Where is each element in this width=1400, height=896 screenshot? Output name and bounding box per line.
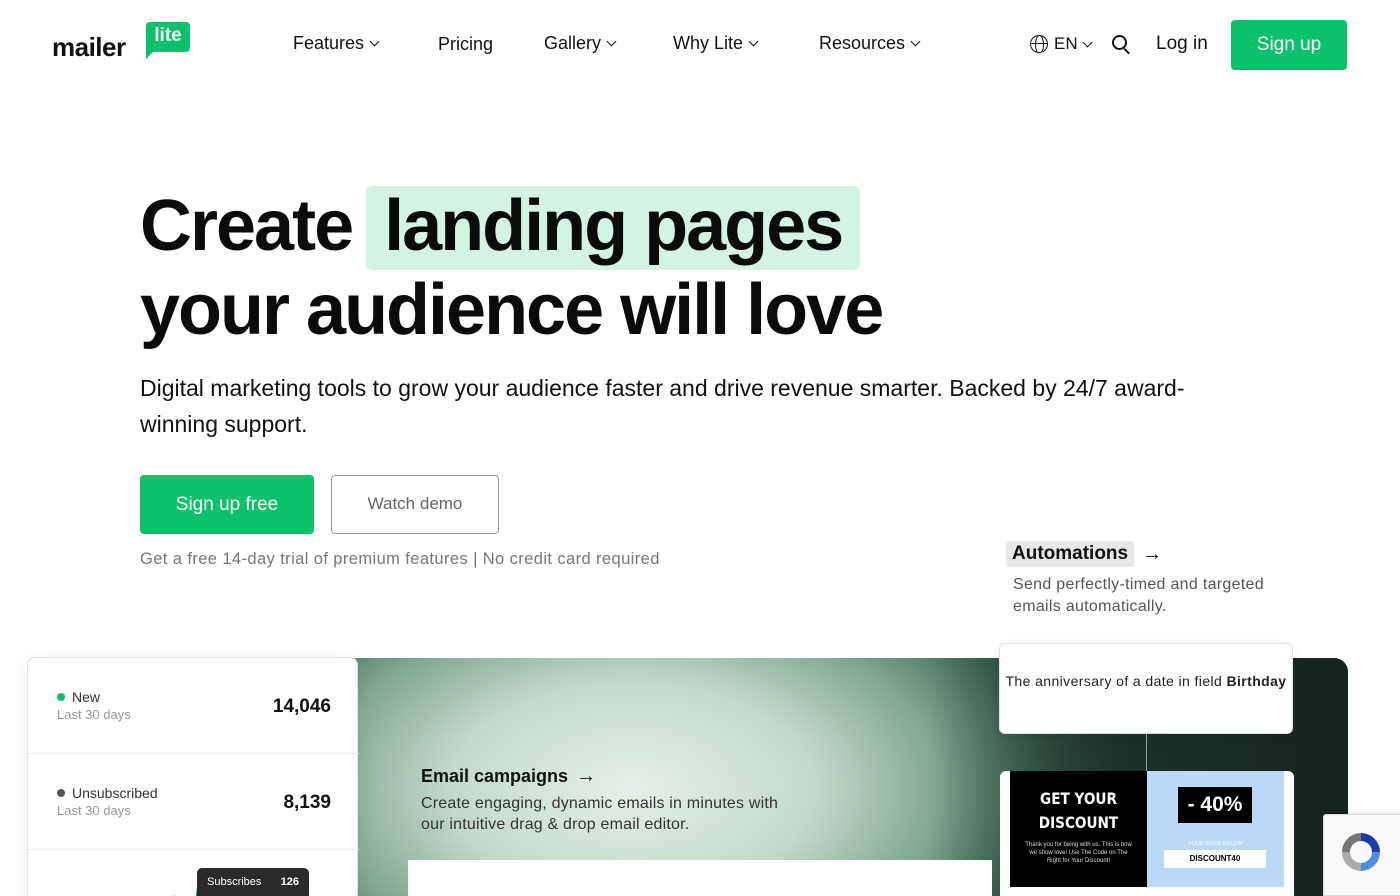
chevron-down-icon [910,36,921,47]
automations-description: Send perfectly-timed and targeted emails… [1013,576,1264,615]
recaptcha-icon [1342,833,1380,871]
nav-resources[interactable]: Resources [819,33,921,54]
top-navigation: mailer lite Features Pricing Gallery Why… [0,0,1400,90]
signup-free-button[interactable]: Sign up free [140,475,314,534]
automations-title: Automations [1006,541,1135,567]
chevron-down-icon [369,36,380,47]
promo-code-label: YOUR CODE BELOW [1188,841,1243,847]
nav-gallery[interactable]: Gallery [544,33,617,54]
stat-period: Last 30 days [57,707,131,722]
hero-title-prefix: Create [140,186,354,266]
chevron-down-icon [1082,37,1093,47]
email-campaigns-description: Create engaging, dynamic emails in minut… [421,795,779,833]
mailerlite-logo[interactable]: mailer lite [52,22,192,62]
stat-value: 14,046 [272,696,331,717]
stat-value: 8,139 [283,792,331,813]
chevron-down-icon [748,36,759,47]
promo-headline: GET YOUR DISCOUNT [1038,789,1119,832]
nav-features[interactable]: Features [293,33,380,54]
search-icon[interactable] [1112,35,1130,55]
stat-period: Last 30 days [57,803,131,818]
email-editor-preview [408,860,992,896]
stat-name: Unsubscribed [72,785,158,801]
promo-right-panel: - 40% YOUR CODE BELOW DISCOUNT40 [1147,771,1284,887]
stat-name: New [72,689,101,705]
nav-pricing-label: Pricing [438,34,494,54]
nav-features-label: Features [293,33,365,53]
status-dot [57,789,65,797]
chevron-down-icon [606,36,617,47]
automation-trigger-card: The anniversary of a date in field Birth… [999,643,1293,734]
promo-left-panel: GET YOUR DISCOUNT Thank you for being wi… [1010,771,1147,887]
arrow-right-icon: → [1142,542,1163,565]
nav-why-lite[interactable]: Why Lite [673,33,759,54]
hero-subtitle: Digital marketing tools to grow your aud… [140,375,1185,437]
nav-gallery-label: Gallery [544,33,602,53]
hero-title-line2: your audience will love [140,270,884,350]
login-link[interactable]: Log in [1156,33,1208,55]
stat-row-unsubscribed: Unsubscribed Last 30 days 8,139 [28,754,359,850]
signup-button[interactable]: Sign up [1231,20,1347,70]
workflow-connector [1146,734,1147,772]
arrow-right-icon: → [576,765,597,787]
nav-pricing[interactable]: Pricing [438,34,493,55]
stat-row-new: New Last 30 days 14,046 [28,658,359,754]
automations-link[interactable]: Automations → [1006,541,1162,567]
recaptcha-badge[interactable] [1323,814,1400,896]
logo-bubble: lite [146,22,190,59]
promo-body: Thank you for being with us. This is how… [1025,842,1132,864]
language-code: EN [1054,34,1078,53]
trigger-field: Birthday [1226,673,1287,689]
watch-demo-button[interactable]: Watch demo [331,475,499,534]
nav-resources-label: Resources [819,33,906,53]
email-campaigns-link[interactable]: Email campaigns → [421,765,596,788]
trial-note: Get a free 14-day trial of premium featu… [140,550,660,568]
tooltip-value: 126 [280,876,299,888]
trigger-text: The anniversary of a date in field [1005,673,1223,689]
promo-code: DISCOUNT40 [1164,850,1266,868]
promo-percent: - 40% [1178,787,1252,823]
status-dot [57,693,65,701]
tooltip-label: Subscribes [207,876,262,888]
chart-tooltip: Subscribes 126 [197,868,309,896]
hero-title-line1: Create landing pages [140,186,861,270]
logo-word: mailer [52,32,126,62]
language-selector[interactable]: EN [1030,34,1093,54]
subscriber-stats-card: New Last 30 days 14,046 Unsubscribed Las… [27,657,359,896]
hero-title-highlight: landing pages [366,186,861,270]
globe-icon [1030,35,1048,53]
email-campaigns-title: Email campaigns [421,766,569,786]
nav-why-lite-label: Why Lite [673,33,744,53]
sparkline-chart [173,885,201,896]
discount-email-preview: GET YOUR DISCOUNT Thank you for being wi… [1000,771,1294,896]
